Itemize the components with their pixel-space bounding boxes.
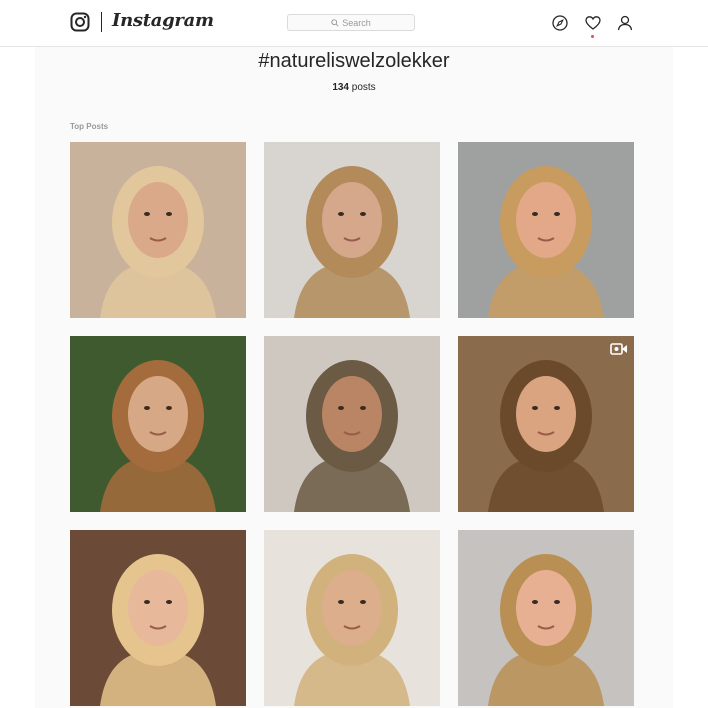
hashtag-title: #natureliswelzolekker <box>258 50 450 72</box>
search-placeholder: Search <box>342 17 371 28</box>
post-count: 134 posts <box>0 82 708 93</box>
instagram-camera-icon[interactable] <box>70 12 90 32</box>
post-thumbnail[interactable] <box>458 530 634 706</box>
post-photo <box>264 336 440 512</box>
post-photo <box>264 530 440 706</box>
logo-divider <box>101 12 102 32</box>
post-count-label: posts <box>351 82 376 93</box>
post-thumbnail[interactable] <box>264 142 440 318</box>
post-thumbnail[interactable] <box>70 142 246 318</box>
notification-dot <box>591 35 594 38</box>
post-thumbnail[interactable] <box>70 336 246 512</box>
post-count-number: 134 <box>332 82 349 93</box>
post-photo <box>458 530 634 706</box>
post-photo <box>458 142 634 318</box>
post-thumbnail[interactable] <box>264 336 440 512</box>
post-thumbnail[interactable] <box>458 336 634 512</box>
post-photo <box>458 336 634 512</box>
post-thumbnail[interactable] <box>70 530 246 706</box>
explore-compass-icon[interactable] <box>552 15 568 31</box>
post-thumbnail[interactable] <box>458 142 634 318</box>
search-input[interactable]: Search <box>287 14 415 31</box>
top-posts-label: Top Posts <box>70 122 109 131</box>
profile-user-icon[interactable] <box>617 15 633 31</box>
video-camera-icon <box>610 343 627 355</box>
instagram-wordmark[interactable]: Instagram <box>112 10 214 31</box>
post-photo <box>70 142 246 318</box>
post-thumbnail[interactable] <box>264 530 440 706</box>
post-photo <box>70 530 246 706</box>
top-navigation-bar: Instagram Search <box>0 0 708 47</box>
search-icon <box>331 18 339 27</box>
post-photo <box>70 336 246 512</box>
post-photo <box>264 142 440 318</box>
activity-heart-icon[interactable] <box>585 15 601 31</box>
